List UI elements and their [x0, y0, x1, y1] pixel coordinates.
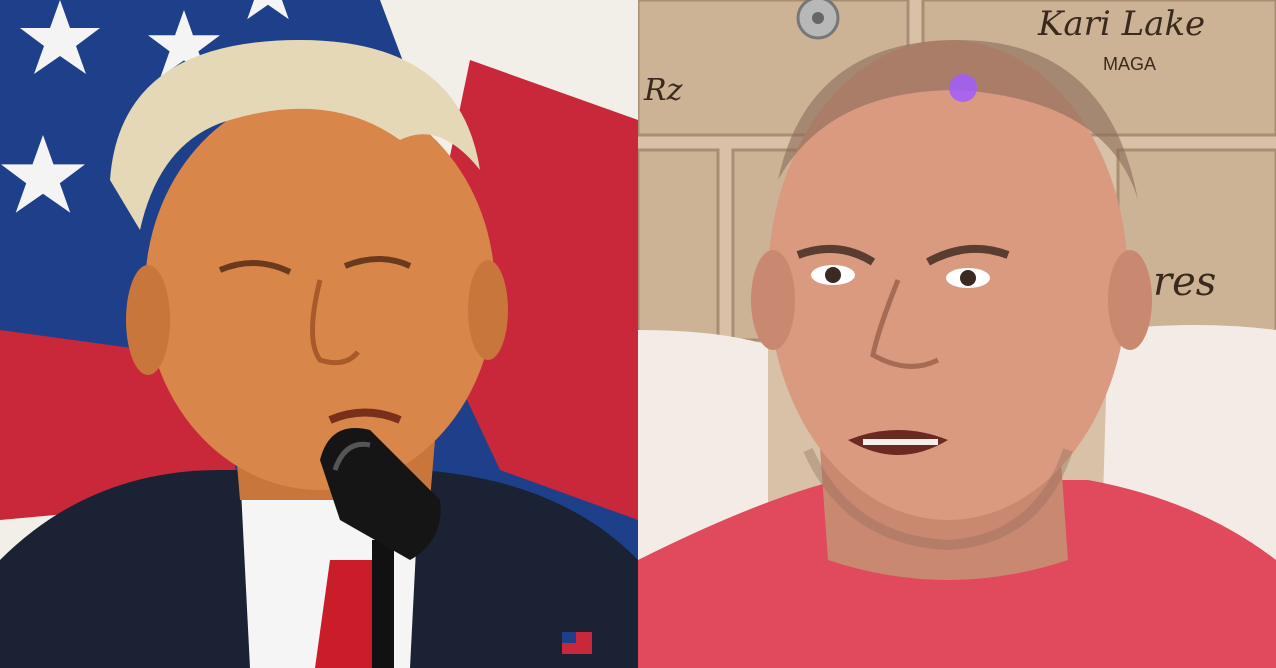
scribble-right: res: [1153, 259, 1216, 305]
right-photo-panel: Kari Lake MAGA Rz res: [638, 0, 1276, 668]
right-photo: Kari Lake MAGA Rz res: [638, 0, 1276, 668]
left-photo: [0, 0, 638, 668]
left-photo-panel: [0, 0, 638, 668]
mic-stand: [372, 540, 394, 668]
glow-dot: [949, 74, 977, 102]
scribble-left: Rz: [643, 73, 683, 108]
split-image: Kari Lake MAGA Rz res: [0, 0, 1276, 668]
caption-top: MAGA: [1103, 54, 1156, 74]
signature-top: Kari Lake: [1037, 4, 1205, 44]
